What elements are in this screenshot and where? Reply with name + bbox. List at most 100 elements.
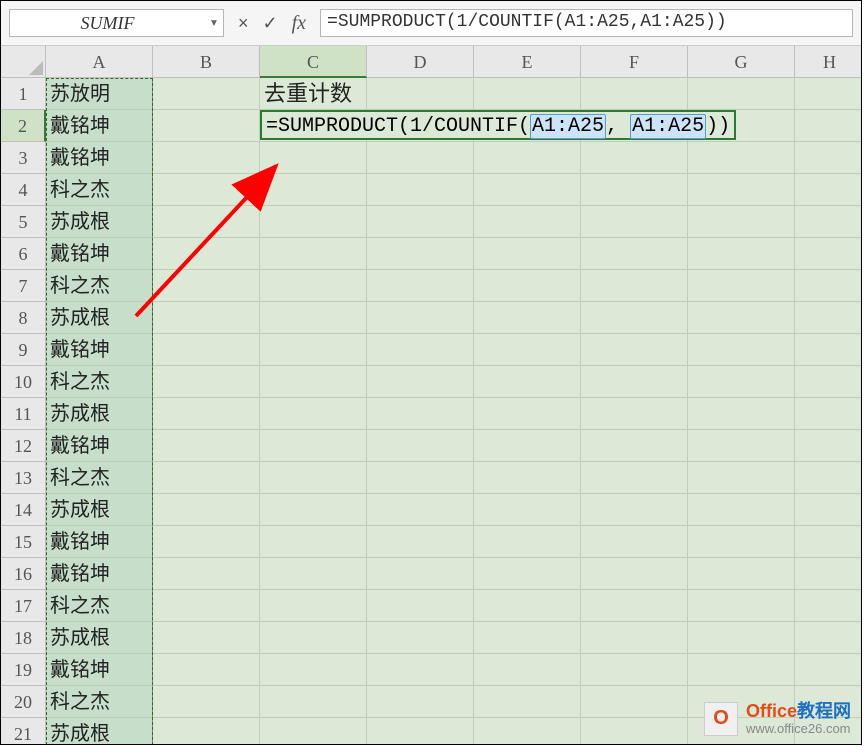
row-header-3[interactable]: 3 bbox=[1, 142, 46, 174]
cell-G7[interactable] bbox=[688, 270, 795, 302]
cell-B7[interactable] bbox=[153, 270, 260, 302]
cell-F17[interactable] bbox=[581, 590, 688, 622]
row-header-8[interactable]: 8 bbox=[1, 302, 46, 334]
cell-C14[interactable] bbox=[260, 494, 367, 526]
fx-icon[interactable]: fx bbox=[292, 12, 306, 35]
column-header-H[interactable]: H bbox=[795, 46, 862, 78]
cell-H19[interactable] bbox=[795, 654, 862, 686]
column-header-B[interactable]: B bbox=[153, 46, 260, 78]
cell-C7[interactable] bbox=[260, 270, 367, 302]
cell-G18[interactable] bbox=[688, 622, 795, 654]
cell-B11[interactable] bbox=[153, 398, 260, 430]
cell-C9[interactable] bbox=[260, 334, 367, 366]
cell-F20[interactable] bbox=[581, 686, 688, 718]
cell-G17[interactable] bbox=[688, 590, 795, 622]
cell-B2[interactable] bbox=[153, 110, 260, 142]
cell-B18[interactable] bbox=[153, 622, 260, 654]
cell-A4[interactable]: 科之杰 bbox=[46, 174, 153, 206]
cell-H3[interactable] bbox=[795, 142, 862, 174]
cell-D14[interactable] bbox=[367, 494, 474, 526]
cell-C16[interactable] bbox=[260, 558, 367, 590]
cell-E20[interactable] bbox=[474, 686, 581, 718]
cell-E4[interactable] bbox=[474, 174, 581, 206]
cell-H17[interactable] bbox=[795, 590, 862, 622]
cell-A3[interactable]: 戴铭坤 bbox=[46, 142, 153, 174]
cell-D10[interactable] bbox=[367, 366, 474, 398]
cell-A5[interactable]: 苏成根 bbox=[46, 206, 153, 238]
cell-B21[interactable] bbox=[153, 718, 260, 745]
cell-F18[interactable] bbox=[581, 622, 688, 654]
cell-H11[interactable] bbox=[795, 398, 862, 430]
cell-C8[interactable] bbox=[260, 302, 367, 334]
cell-G3[interactable] bbox=[688, 142, 795, 174]
cancel-icon[interactable]: × bbox=[238, 13, 249, 34]
cell-A15[interactable]: 戴铭坤 bbox=[46, 526, 153, 558]
cell-E9[interactable] bbox=[474, 334, 581, 366]
cell-G16[interactable] bbox=[688, 558, 795, 590]
cell-H2[interactable] bbox=[795, 110, 862, 142]
column-header-C[interactable]: C bbox=[260, 46, 367, 78]
cell-H9[interactable] bbox=[795, 334, 862, 366]
cell-B15[interactable] bbox=[153, 526, 260, 558]
cell-C19[interactable] bbox=[260, 654, 367, 686]
cell-B5[interactable] bbox=[153, 206, 260, 238]
cell-B17[interactable] bbox=[153, 590, 260, 622]
cell-A12[interactable]: 戴铭坤 bbox=[46, 430, 153, 462]
cell-H8[interactable] bbox=[795, 302, 862, 334]
cell-F10[interactable] bbox=[581, 366, 688, 398]
cell-G1[interactable] bbox=[688, 78, 795, 110]
cell-A18[interactable]: 苏成根 bbox=[46, 622, 153, 654]
cell-C15[interactable] bbox=[260, 526, 367, 558]
cell-A13[interactable]: 科之杰 bbox=[46, 462, 153, 494]
cell-G6[interactable] bbox=[688, 238, 795, 270]
cell-A9[interactable]: 戴铭坤 bbox=[46, 334, 153, 366]
cell-F3[interactable] bbox=[581, 142, 688, 174]
name-box[interactable]: SUMIF ▼ bbox=[9, 9, 224, 37]
cell-C17[interactable] bbox=[260, 590, 367, 622]
cell-D18[interactable] bbox=[367, 622, 474, 654]
cell-G19[interactable] bbox=[688, 654, 795, 686]
cell-H4[interactable] bbox=[795, 174, 862, 206]
cell-D16[interactable] bbox=[367, 558, 474, 590]
cell-B6[interactable] bbox=[153, 238, 260, 270]
cell-G4[interactable] bbox=[688, 174, 795, 206]
cell-D9[interactable] bbox=[367, 334, 474, 366]
cell-A16[interactable]: 戴铭坤 bbox=[46, 558, 153, 590]
column-header-D[interactable]: D bbox=[367, 46, 474, 78]
confirm-icon[interactable]: ✓ bbox=[263, 13, 278, 34]
cell-B13[interactable] bbox=[153, 462, 260, 494]
cell-B9[interactable] bbox=[153, 334, 260, 366]
cell-B10[interactable] bbox=[153, 366, 260, 398]
spreadsheet-grid[interactable]: ABCDEFGH 1234567891011121314151617181920… bbox=[1, 46, 861, 745]
cell-C4[interactable] bbox=[260, 174, 367, 206]
cell-E3[interactable] bbox=[474, 142, 581, 174]
formula-bar-input[interactable]: =SUMPRODUCT(1/COUNTIF(A1:A25,A1:A25)) bbox=[320, 9, 853, 37]
row-header-5[interactable]: 5 bbox=[1, 206, 46, 238]
cell-F11[interactable] bbox=[581, 398, 688, 430]
column-header-A[interactable]: A bbox=[46, 46, 153, 78]
cell-H16[interactable] bbox=[795, 558, 862, 590]
cell-H7[interactable] bbox=[795, 270, 862, 302]
row-header-16[interactable]: 16 bbox=[1, 558, 46, 590]
cell-G10[interactable] bbox=[688, 366, 795, 398]
cell-C11[interactable] bbox=[260, 398, 367, 430]
cell-H10[interactable] bbox=[795, 366, 862, 398]
cell-F1[interactable] bbox=[581, 78, 688, 110]
column-header-E[interactable]: E bbox=[474, 46, 581, 78]
cell-A2[interactable]: 戴铭坤 bbox=[46, 110, 153, 142]
cell-E16[interactable] bbox=[474, 558, 581, 590]
cell-E11[interactable] bbox=[474, 398, 581, 430]
cell-D8[interactable] bbox=[367, 302, 474, 334]
cell-F14[interactable] bbox=[581, 494, 688, 526]
cell-A7[interactable]: 科之杰 bbox=[46, 270, 153, 302]
cell-H12[interactable] bbox=[795, 430, 862, 462]
cell-E6[interactable] bbox=[474, 238, 581, 270]
row-header-19[interactable]: 19 bbox=[1, 654, 46, 686]
row-header-14[interactable]: 14 bbox=[1, 494, 46, 526]
row-header-6[interactable]: 6 bbox=[1, 238, 46, 270]
cell-C10[interactable] bbox=[260, 366, 367, 398]
cell-C1[interactable]: 去重计数 bbox=[260, 78, 367, 110]
cell-A14[interactable]: 苏成根 bbox=[46, 494, 153, 526]
column-header-F[interactable]: F bbox=[581, 46, 688, 78]
row-header-2[interactable]: 2 bbox=[1, 110, 46, 142]
